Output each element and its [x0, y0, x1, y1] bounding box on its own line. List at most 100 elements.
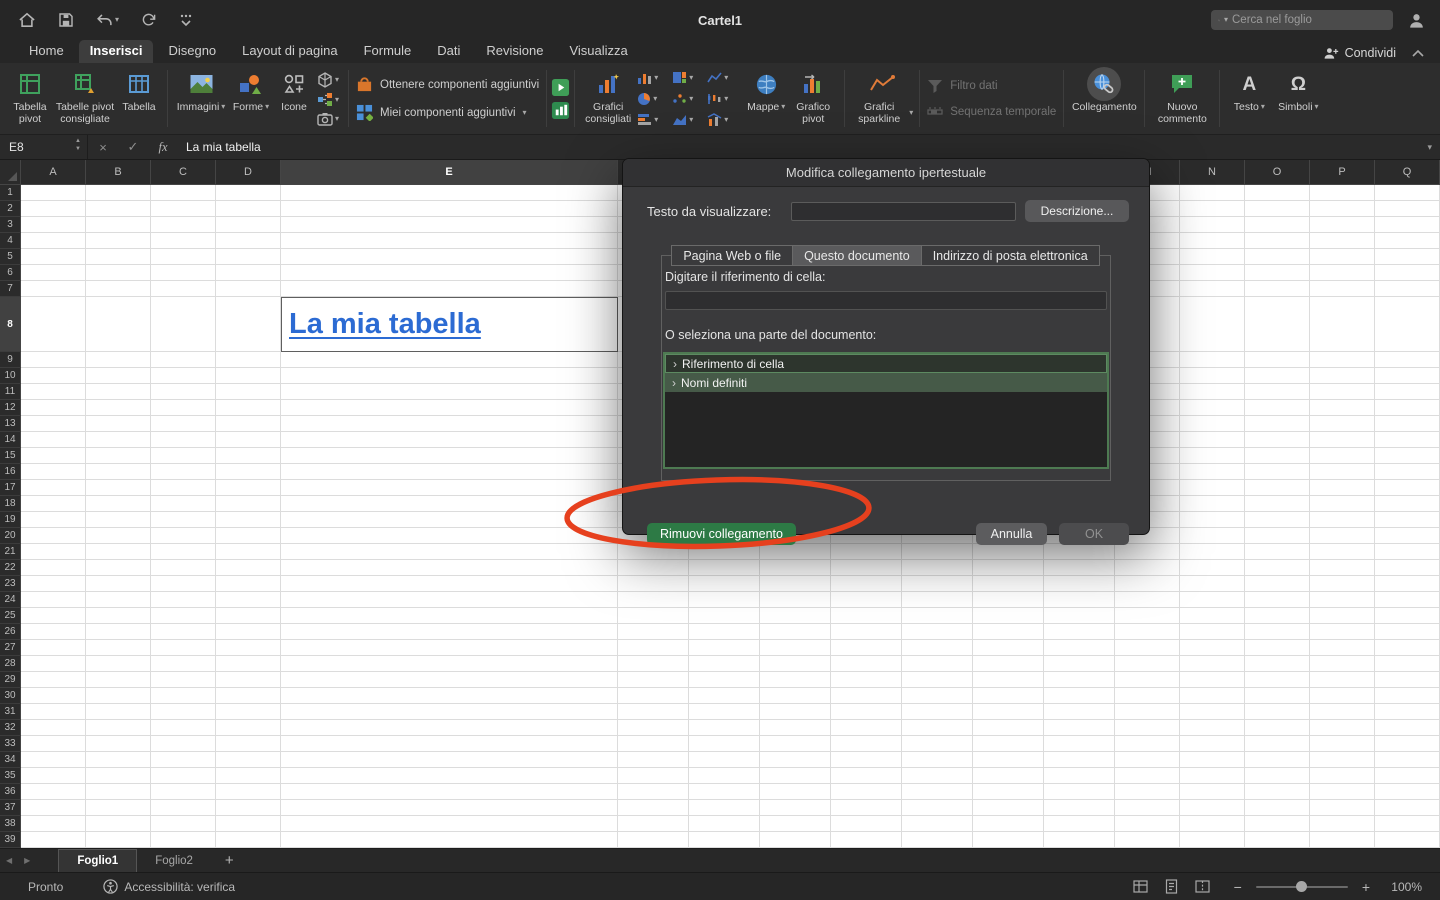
cell-B32[interactable]	[86, 720, 151, 736]
cell-N6[interactable]	[1180, 265, 1245, 281]
cell-I37[interactable]	[831, 800, 902, 816]
cell-I23[interactable]	[831, 576, 902, 592]
cell-G22[interactable]	[689, 560, 760, 576]
cell-O25[interactable]	[1245, 608, 1310, 624]
description-button[interactable]: Descrizione...	[1025, 200, 1129, 222]
cell-A5[interactable]	[21, 249, 86, 265]
get-addins-button[interactable]: Ottenere componenti aggiuntivi	[356, 76, 539, 93]
cell-O21[interactable]	[1245, 544, 1310, 560]
cell-H25[interactable]	[760, 608, 831, 624]
cell-Q32[interactable]	[1375, 720, 1440, 736]
row-header-19[interactable]: 19	[0, 512, 21, 528]
cell-B9[interactable]	[86, 352, 151, 368]
cell-L32[interactable]	[1044, 720, 1115, 736]
cell-I29[interactable]	[831, 672, 902, 688]
search-scope-dropdown-icon[interactable]: ▾	[1224, 16, 1228, 24]
select-all-corner[interactable]	[0, 160, 21, 185]
cell-B13[interactable]	[86, 416, 151, 432]
disclosure-icon[interactable]: ›	[673, 357, 677, 371]
cell-O12[interactable]	[1245, 400, 1310, 416]
cell-P27[interactable]	[1310, 640, 1375, 656]
3d-models-button[interactable]: ▾	[317, 72, 339, 88]
cell-H39[interactable]	[760, 832, 831, 848]
cell-A26[interactable]	[21, 624, 86, 640]
cell-E27[interactable]	[281, 640, 618, 656]
cell-C25[interactable]	[151, 608, 216, 624]
new-comment-button[interactable]: Nuovo commento	[1151, 63, 1213, 134]
cell-I34[interactable]	[831, 752, 902, 768]
cell-P14[interactable]	[1310, 432, 1375, 448]
cell-B12[interactable]	[86, 400, 151, 416]
cell-P3[interactable]	[1310, 217, 1375, 233]
cell-L34[interactable]	[1044, 752, 1115, 768]
cell-D30[interactable]	[216, 688, 281, 704]
cell-Q26[interactable]	[1375, 624, 1440, 640]
cell-F38[interactable]	[618, 816, 689, 832]
cell-J25[interactable]	[902, 608, 973, 624]
cell-M31[interactable]	[1115, 704, 1180, 720]
cell-I28[interactable]	[831, 656, 902, 672]
row-header-31[interactable]: 31	[0, 704, 21, 720]
cell-Q28[interactable]	[1375, 656, 1440, 672]
cell-Q24[interactable]	[1375, 592, 1440, 608]
ribbon-tab-formule[interactable]: Formule	[353, 40, 423, 63]
maps-button[interactable]: Mappe▾	[744, 63, 788, 134]
cell-P6[interactable]	[1310, 265, 1375, 281]
cell-D24[interactable]	[216, 592, 281, 608]
row-header-38[interactable]: 38	[0, 816, 21, 832]
cell-E36[interactable]	[281, 784, 618, 800]
column-header-D[interactable]: D	[216, 160, 281, 185]
cell-A19[interactable]	[21, 512, 86, 528]
cell-D20[interactable]	[216, 528, 281, 544]
cell-P37[interactable]	[1310, 800, 1375, 816]
cell-F39[interactable]	[618, 832, 689, 848]
cell-K25[interactable]	[973, 608, 1044, 624]
cell-N25[interactable]	[1180, 608, 1245, 624]
cell-E35[interactable]	[281, 768, 618, 784]
cell-P38[interactable]	[1310, 816, 1375, 832]
cell-B36[interactable]	[86, 784, 151, 800]
cell-E4[interactable]	[281, 233, 618, 249]
cell-M33[interactable]	[1115, 736, 1180, 752]
cell-Q4[interactable]	[1375, 233, 1440, 249]
sheet-nav-left-icon[interactable]: ◀	[0, 856, 18, 865]
row-header-9[interactable]: 9	[0, 352, 21, 368]
cell-H26[interactable]	[760, 624, 831, 640]
cell-C15[interactable]	[151, 448, 216, 464]
cell-J33[interactable]	[902, 736, 973, 752]
cell-C19[interactable]	[151, 512, 216, 528]
cell-E15[interactable]	[281, 448, 618, 464]
cell-P39[interactable]	[1310, 832, 1375, 848]
cell-O15[interactable]	[1245, 448, 1310, 464]
cell-O6[interactable]	[1245, 265, 1310, 281]
search-input[interactable]	[1232, 14, 1386, 26]
cell-Q5[interactable]	[1375, 249, 1440, 265]
cell-J38[interactable]	[902, 816, 973, 832]
share-button[interactable]: Condividi	[1323, 46, 1396, 60]
cell-A37[interactable]	[21, 800, 86, 816]
cell-C32[interactable]	[151, 720, 216, 736]
cell-D6[interactable]	[216, 265, 281, 281]
cell-N24[interactable]	[1180, 592, 1245, 608]
formula-input[interactable]: La mia tabella	[178, 140, 1427, 154]
cell-O30[interactable]	[1245, 688, 1310, 704]
cell-E26[interactable]	[281, 624, 618, 640]
cell-C10[interactable]	[151, 368, 216, 384]
cell-G32[interactable]	[689, 720, 760, 736]
cell-Q2[interactable]	[1375, 201, 1440, 217]
cell-M24[interactable]	[1115, 592, 1180, 608]
cell-N11[interactable]	[1180, 384, 1245, 400]
cell-B16[interactable]	[86, 464, 151, 480]
cell-F22[interactable]	[618, 560, 689, 576]
cell-J22[interactable]	[902, 560, 973, 576]
cell-G34[interactable]	[689, 752, 760, 768]
cell-P32[interactable]	[1310, 720, 1375, 736]
cell-N23[interactable]	[1180, 576, 1245, 592]
home-icon[interactable]	[18, 12, 36, 28]
cell-N21[interactable]	[1180, 544, 1245, 560]
cell-L24[interactable]	[1044, 592, 1115, 608]
cell-P35[interactable]	[1310, 768, 1375, 784]
cell-O28[interactable]	[1245, 656, 1310, 672]
cell-O32[interactable]	[1245, 720, 1310, 736]
cell-J36[interactable]	[902, 784, 973, 800]
